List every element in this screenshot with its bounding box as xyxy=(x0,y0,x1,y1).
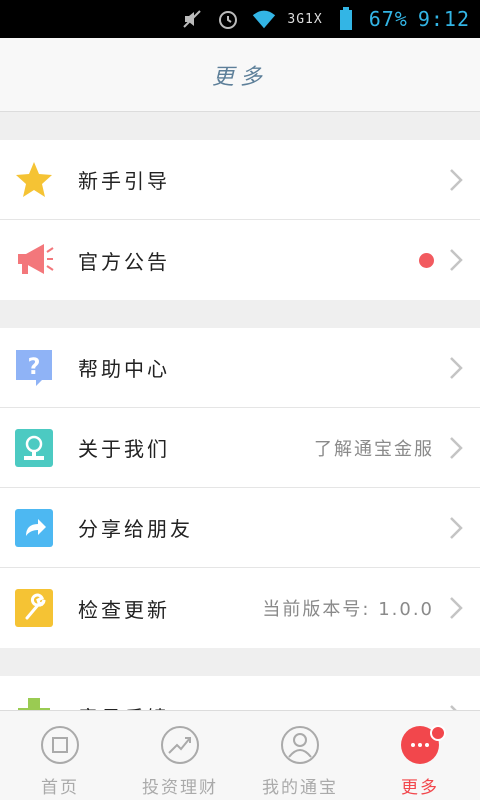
menu-item-about[interactable]: 关于我们 了解通宝金服 xyxy=(0,408,480,488)
feedback-icon xyxy=(14,696,54,710)
status-bar: 3G1X 67% 9:12 xyxy=(0,0,480,38)
chevron-right-icon xyxy=(450,597,463,619)
notification-badge xyxy=(430,725,446,741)
alarm-icon xyxy=(215,6,241,32)
user-icon xyxy=(281,726,319,764)
notification-dot xyxy=(419,253,434,268)
menu-item-guide[interactable]: 新手引导 xyxy=(0,140,480,220)
network-type: 3G1X xyxy=(287,11,323,27)
tab-label: 更多 xyxy=(401,778,439,798)
section-divider xyxy=(0,300,480,328)
menu-item-announcement[interactable]: 官方公告 xyxy=(0,220,480,300)
bottom-tab-bar: 首页 投资理财 我的通宝 更多 xyxy=(0,710,480,800)
tab-label: 我的通宝 xyxy=(262,778,338,798)
menu-item-help[interactable]: ? 帮助中心 xyxy=(0,328,480,408)
section-divider xyxy=(0,648,480,676)
share-icon xyxy=(14,508,54,548)
settings-list: 新手引导 官方公告 ? 帮助中心 关于我们 了解通宝金服 分享给朋友 检查更新 … xyxy=(0,112,480,710)
svg-text:?: ? xyxy=(28,355,41,380)
menu-item-value: 当前版本号: 1.0.0 xyxy=(262,599,434,620)
menu-group-1: 新手引导 官方公告 xyxy=(0,140,480,300)
wifi-icon xyxy=(251,6,277,32)
tab-label: 投资理财 xyxy=(142,778,218,798)
menu-item-label: 官方公告 xyxy=(78,249,170,274)
section-divider xyxy=(0,112,480,140)
tab-invest[interactable]: 投资理财 xyxy=(120,711,240,800)
menu-group-3: 意见反馈 xyxy=(0,676,480,710)
help-icon: ? xyxy=(14,348,54,388)
chevron-right-icon xyxy=(450,169,463,191)
chevron-right-icon xyxy=(450,357,463,379)
chevron-right-icon xyxy=(450,517,463,539)
menu-item-label: 分享给朋友 xyxy=(78,517,193,541)
tab-my-account[interactable]: 我的通宝 xyxy=(240,711,360,800)
invest-icon xyxy=(161,726,199,764)
menu-item-feedback[interactable]: 意见反馈 xyxy=(0,676,480,710)
menu-item-value: 了解通宝金服 xyxy=(314,438,434,460)
chevron-right-icon xyxy=(450,437,463,459)
menu-item-label: 关于我们 xyxy=(78,437,170,461)
mute-icon xyxy=(179,6,205,32)
battery-level: 67% xyxy=(368,7,408,31)
home-icon xyxy=(41,726,79,764)
menu-item-label: 检查更新 xyxy=(78,597,170,622)
tab-more[interactable]: 更多 xyxy=(360,711,480,800)
tab-home[interactable]: 首页 xyxy=(0,711,120,800)
battery-icon xyxy=(333,6,359,32)
menu-item-share[interactable]: 分享给朋友 xyxy=(0,488,480,568)
tab-label: 首页 xyxy=(41,778,79,798)
page-title: 更多 xyxy=(211,64,268,90)
megaphone-icon xyxy=(14,240,54,280)
menu-item-label: 意见反馈 xyxy=(78,702,170,711)
menu-item-label: 帮助中心 xyxy=(78,357,170,381)
star-icon xyxy=(14,160,54,200)
menu-group-2: ? 帮助中心 关于我们 了解通宝金服 分享给朋友 检查更新 当前版本号: 1.0… xyxy=(0,328,480,648)
wrench-icon xyxy=(14,588,54,628)
chevron-right-icon xyxy=(450,249,463,271)
clock: 9:12 xyxy=(417,7,470,31)
about-icon xyxy=(14,428,54,468)
title-bar: 更多 xyxy=(0,38,480,112)
menu-item-label: 新手引导 xyxy=(78,169,170,193)
menu-item-update[interactable]: 检查更新 当前版本号: 1.0.0 xyxy=(0,568,480,648)
